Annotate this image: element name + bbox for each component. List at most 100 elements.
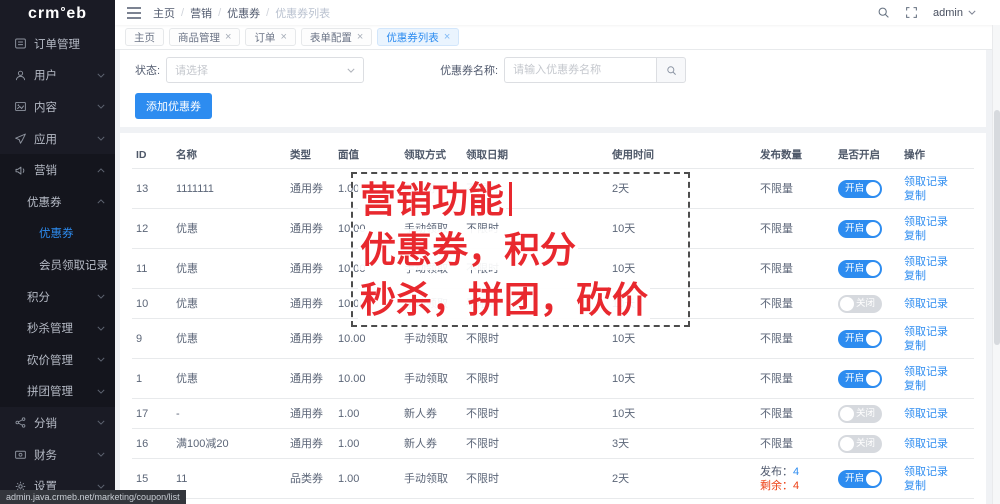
cell-date: 不限时: [462, 498, 608, 504]
status-select[interactable]: 请选择: [166, 57, 365, 83]
sidebar-item-member-receive-records[interactable]: 会员领取记录: [0, 249, 115, 281]
chevron-down-icon: [97, 136, 105, 141]
search-icon[interactable]: [877, 6, 890, 19]
chevron-down-icon: [97, 389, 105, 394]
coupon-table-panel: ID 名称 类型 面值 领取方式 领取日期 使用时间 发布数量 是否开启 操作 13 1111111…: [120, 133, 986, 504]
cell-qty: 不限量: [756, 428, 834, 459]
receive-records-link[interactable]: 领取记录: [904, 438, 948, 450]
cell-date: 不限时: [462, 398, 608, 429]
cell-method: 手动领取: [400, 288, 462, 319]
table-row: 13 1111111 通用券 1.00 新人券 不限时 2天 不限量 开启 领取记录复制: [132, 168, 974, 209]
breadcrumb-item[interactable]: 优惠券列表: [275, 5, 330, 21]
sidebar-item-users[interactable]: 用户: [0, 60, 115, 92]
cell-method: 手动领取: [400, 208, 462, 249]
topbar-actions: admin: [877, 6, 988, 19]
cell-value: 1.00: [334, 498, 400, 504]
copy-link[interactable]: 复制: [904, 270, 926, 282]
fullscreen-icon[interactable]: [905, 6, 918, 19]
scrollbar-thumb[interactable]: [994, 110, 1000, 345]
sidebar-item-orders[interactable]: 订单管理: [0, 28, 115, 60]
topbar: 主页 / 营销 / 优惠券 / 优惠券列表 admin: [115, 0, 1000, 25]
enable-toggle[interactable]: 开启: [838, 179, 882, 198]
copy-link[interactable]: 复制: [904, 230, 926, 242]
cell-time: 10天: [608, 208, 756, 249]
cell-time: 2天: [608, 168, 756, 209]
cell-value: 10.00: [334, 358, 400, 399]
sidebar-item-finance[interactable]: 财务: [0, 439, 115, 471]
app-icon: [14, 132, 27, 145]
chevron-up-icon: [97, 199, 105, 204]
enable-toggle[interactable]: 开启: [838, 219, 882, 238]
enable-toggle[interactable]: 关闭: [838, 404, 882, 423]
copy-link[interactable]: 复制: [904, 480, 926, 492]
close-icon[interactable]: ×: [444, 31, 450, 43]
copy-link[interactable]: 复制: [904, 380, 926, 392]
sidebar-item-label: 优惠券: [27, 196, 62, 209]
cell-time: 10天: [608, 318, 756, 359]
receive-records-link[interactable]: 领取记录: [904, 216, 948, 228]
enable-toggle[interactable]: 开启: [838, 369, 882, 388]
cell-id: 1: [132, 358, 172, 399]
table-row: 15 11 品类券 1.00 手动领取 不限时 2天 发布：4 剩余：4 开启 领取记录复制: [132, 458, 974, 499]
receive-records-link[interactable]: 领取记录: [904, 298, 948, 310]
sidebar-item-marketing[interactable]: 营销: [0, 154, 115, 186]
receive-records-link[interactable]: 领取记录: [904, 466, 948, 478]
receive-records-link[interactable]: 领取记录: [904, 366, 948, 378]
menu-collapse-icon[interactable]: [127, 6, 141, 19]
enable-toggle[interactable]: 开启: [838, 329, 882, 348]
receive-records-link[interactable]: 领取记录: [904, 176, 948, 188]
cell-value: 10.00: [334, 208, 400, 249]
breadcrumb-item[interactable]: 主页: [153, 5, 175, 21]
tab-order[interactable]: 订单 ×: [245, 28, 296, 46]
copy-link[interactable]: 复制: [904, 340, 926, 352]
cell-ops: 领取记录复制: [900, 458, 974, 499]
cell-type: 通用券: [286, 358, 334, 399]
cell-method: 新人券: [400, 498, 462, 504]
sidebar-item-label: 优惠券: [39, 228, 74, 241]
tab-coupon-list[interactable]: 优惠券列表 ×: [377, 28, 460, 46]
tab-label: 主页: [134, 31, 155, 44]
breadcrumb-item[interactable]: 营销: [190, 5, 212, 21]
enable-toggle[interactable]: 关闭: [838, 294, 882, 313]
sidebar-item-content[interactable]: 内容: [0, 91, 115, 123]
tab-product[interactable]: 商品管理 ×: [169, 28, 241, 46]
enable-toggle[interactable]: 关闭: [838, 434, 882, 453]
sidebar-item-apps[interactable]: 应用: [0, 123, 115, 155]
close-icon[interactable]: ×: [225, 31, 231, 43]
close-icon[interactable]: ×: [280, 31, 286, 43]
cell-date: 不限时: [462, 248, 608, 289]
copy-link[interactable]: 复制: [904, 190, 926, 202]
close-icon[interactable]: ×: [357, 31, 363, 43]
tabbar: 主页 商品管理 × 订单 × 表单配置 × 优惠券列表 ×: [115, 25, 1000, 50]
sidebar-item-bargain[interactable]: 砍价管理: [0, 343, 115, 376]
cell-method: 手动领取: [400, 248, 462, 289]
enable-toggle[interactable]: 开启: [838, 469, 882, 488]
sidebar-item-groupon[interactable]: 拼团管理: [0, 375, 115, 408]
sidebar-item-points[interactable]: 积分: [0, 280, 115, 313]
remain-count: 剩余：4: [760, 479, 800, 492]
cell-type: 通用券: [286, 248, 334, 289]
coupon-name-input[interactable]: [504, 57, 657, 83]
breadcrumb-item[interactable]: 优惠券: [227, 5, 260, 21]
sidebar-item-coupon-menu[interactable]: 优惠券: [0, 185, 115, 218]
toggle-label: 开启: [845, 472, 865, 484]
receive-records-link[interactable]: 领取记录: [904, 326, 948, 338]
user-menu[interactable]: admin: [933, 7, 976, 19]
receive-records-link[interactable]: 领取记录: [904, 408, 948, 420]
add-coupon-button[interactable]: 添加优惠券: [135, 93, 212, 119]
tab-form-config[interactable]: 表单配置 ×: [300, 28, 373, 46]
sidebar-item-seckill[interactable]: 秒杀管理: [0, 312, 115, 344]
search-button[interactable]: [656, 57, 687, 83]
tab-home[interactable]: 主页: [125, 28, 164, 46]
sidebar-item-distribution[interactable]: 分销: [0, 407, 115, 439]
receive-records-link[interactable]: 领取记录: [904, 256, 948, 268]
sidebar-item-coupon[interactable]: 优惠券: [0, 217, 115, 250]
main-area: 主页 / 营销 / 优惠券 / 优惠券列表 admin 主页 商品管理 × 订单 × 表单配置 × 优惠券…: [115, 0, 1000, 504]
cell-toggle: 关闭: [834, 398, 900, 429]
cell-qty: 不限量: [756, 358, 834, 399]
coupon-name-label: 优惠券名称:: [440, 65, 499, 77]
cell-name: 满100减20: [172, 428, 286, 459]
chevron-up-icon: [97, 167, 105, 173]
cell-ops: 领取记录复制: [900, 358, 974, 399]
enable-toggle[interactable]: 开启: [838, 259, 882, 278]
